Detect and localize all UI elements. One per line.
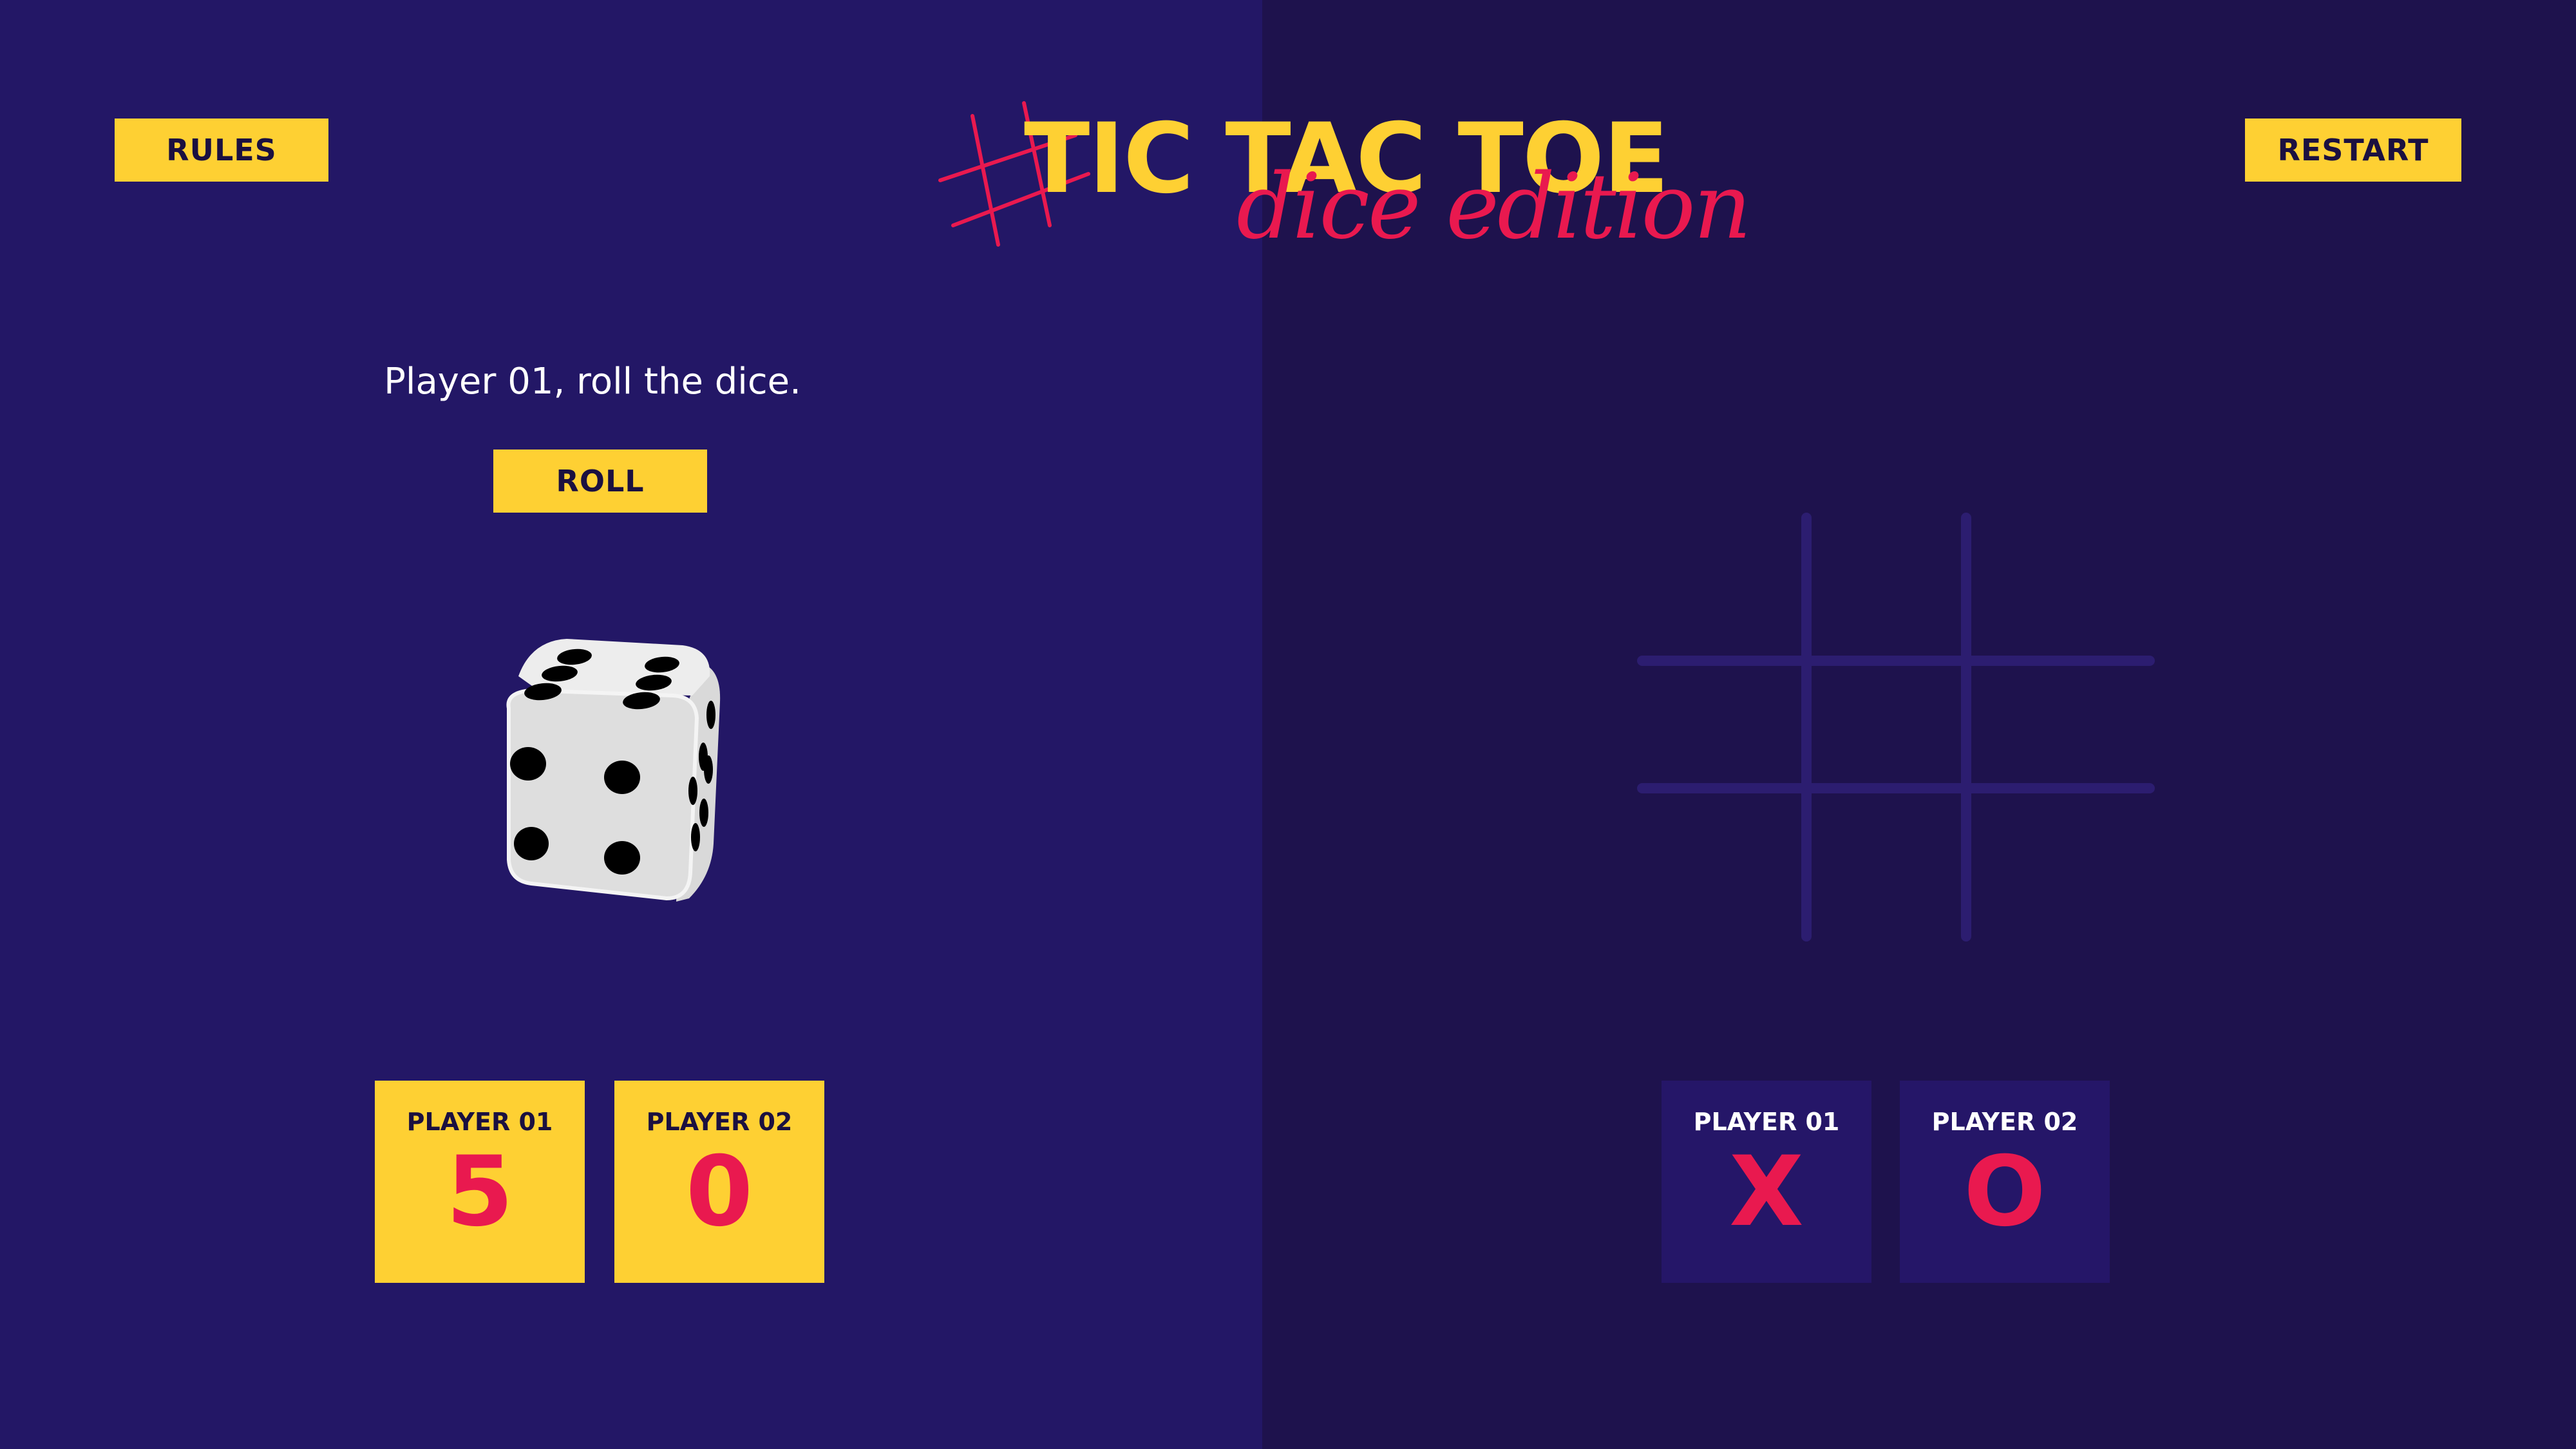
- player-01-score-label: PLAYER 01: [406, 1108, 553, 1136]
- board-cell[interactable]: [1971, 518, 2150, 656]
- player-01-symbol-value: X: [1729, 1136, 1804, 1248]
- board-cell[interactable]: [1642, 518, 1801, 656]
- player-02-score-label: PLAYER 02: [646, 1108, 793, 1136]
- page-subtitle: dice edition: [1236, 155, 1752, 260]
- player-02-symbol-card: PLAYER 02 O: [1900, 1081, 2110, 1283]
- player-02-score-card: PLAYER 02 0: [614, 1081, 824, 1283]
- player-02-symbol-value: O: [1964, 1136, 2046, 1248]
- game-logo: TIC TAC TOE dice edition: [927, 90, 1752, 260]
- player-01-symbol-card: PLAYER 01 X: [1662, 1081, 1871, 1283]
- player-01-score-card: PLAYER 01 5: [375, 1081, 585, 1283]
- board-cell[interactable]: [1642, 793, 1801, 936]
- player-02-score-value: 0: [685, 1136, 753, 1248]
- board-cell[interactable]: [1971, 666, 2150, 783]
- player-01-symbol-label: PLAYER 01: [1693, 1108, 1840, 1136]
- turn-status: Player 01, roll the dice.: [384, 361, 801, 402]
- roll-button[interactable]: ROLL: [493, 450, 707, 513]
- tic-tac-toe-board[interactable]: [1636, 510, 2164, 948]
- board-cell[interactable]: [1812, 666, 1961, 783]
- board-cell[interactable]: [1812, 793, 1961, 936]
- board-cell[interactable]: [1971, 793, 2150, 936]
- restart-button[interactable]: RESTART: [2245, 118, 2461, 182]
- rules-button[interactable]: RULES: [115, 118, 328, 182]
- player-01-score-value: 5: [446, 1136, 514, 1248]
- board-cell[interactable]: [1812, 518, 1961, 656]
- board-cell[interactable]: [1642, 666, 1801, 783]
- player-02-symbol-label: PLAYER 02: [1931, 1108, 2078, 1136]
- dice-icon: [506, 639, 721, 902]
